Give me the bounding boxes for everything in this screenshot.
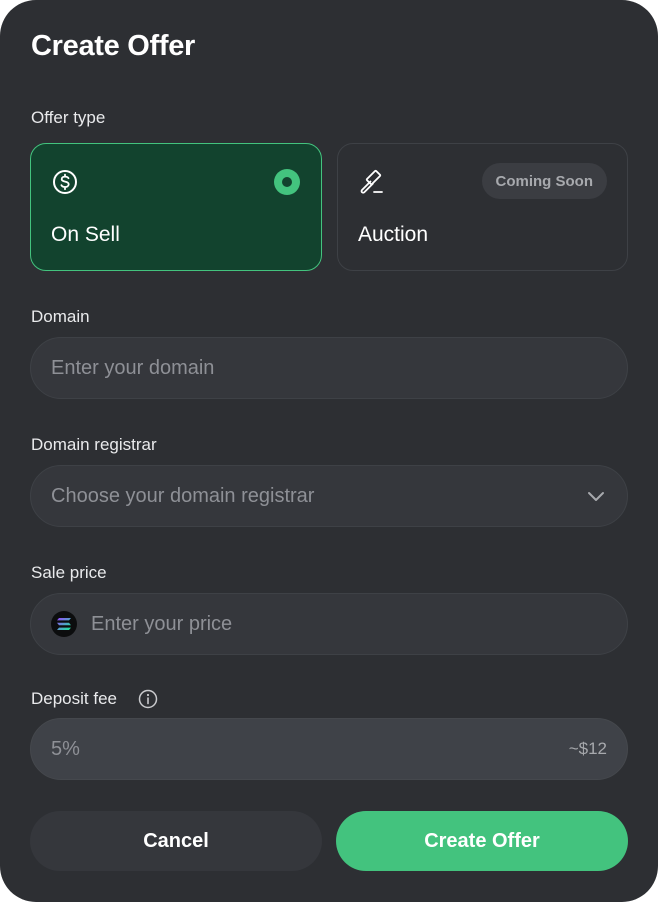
- sale-price-input[interactable]: [91, 612, 607, 636]
- domain-input[interactable]: [51, 356, 607, 380]
- sale-price-label: Sale price: [31, 563, 107, 582]
- deposit-fee-label: Deposit fee: [31, 689, 117, 708]
- create-offer-dialog: Create Offer Offer type On Sell Coming S…: [0, 0, 658, 902]
- offer-type-label: Offer type: [31, 108, 106, 127]
- registrar-placeholder: Choose your domain registrar: [51, 484, 315, 507]
- offer-type-auction-card[interactable]: Coming Soon Auction: [337, 143, 628, 271]
- create-offer-button[interactable]: Create Offer: [336, 811, 628, 871]
- registrar-select[interactable]: Choose your domain registrar: [30, 465, 628, 527]
- deposit-fee-field: 5% ~$12: [30, 718, 628, 780]
- offer-type-on-sell-card[interactable]: On Sell: [30, 143, 322, 271]
- auction-label: Auction: [358, 223, 429, 246]
- deposit-fee-value: 5%: [51, 737, 80, 760]
- gavel-icon: [360, 169, 383, 194]
- registrar-label: Domain registrar: [31, 435, 157, 454]
- on-sell-radio[interactable]: [274, 169, 300, 195]
- domain-field: [30, 337, 628, 399]
- on-sell-label: On Sell: [51, 223, 120, 246]
- solana-icon: [51, 611, 77, 637]
- dialog-title: Create Offer: [31, 30, 196, 62]
- cancel-button[interactable]: Cancel: [30, 811, 322, 871]
- info-icon[interactable]: [138, 689, 158, 709]
- coming-soon-badge: Coming Soon: [481, 163, 607, 199]
- sale-price-field: [30, 593, 628, 655]
- domain-label: Domain: [31, 307, 90, 326]
- dollar-circle-icon: [53, 170, 77, 194]
- deposit-fee-estimate: ~$12: [568, 739, 607, 758]
- chevron-down-icon: [588, 492, 604, 501]
